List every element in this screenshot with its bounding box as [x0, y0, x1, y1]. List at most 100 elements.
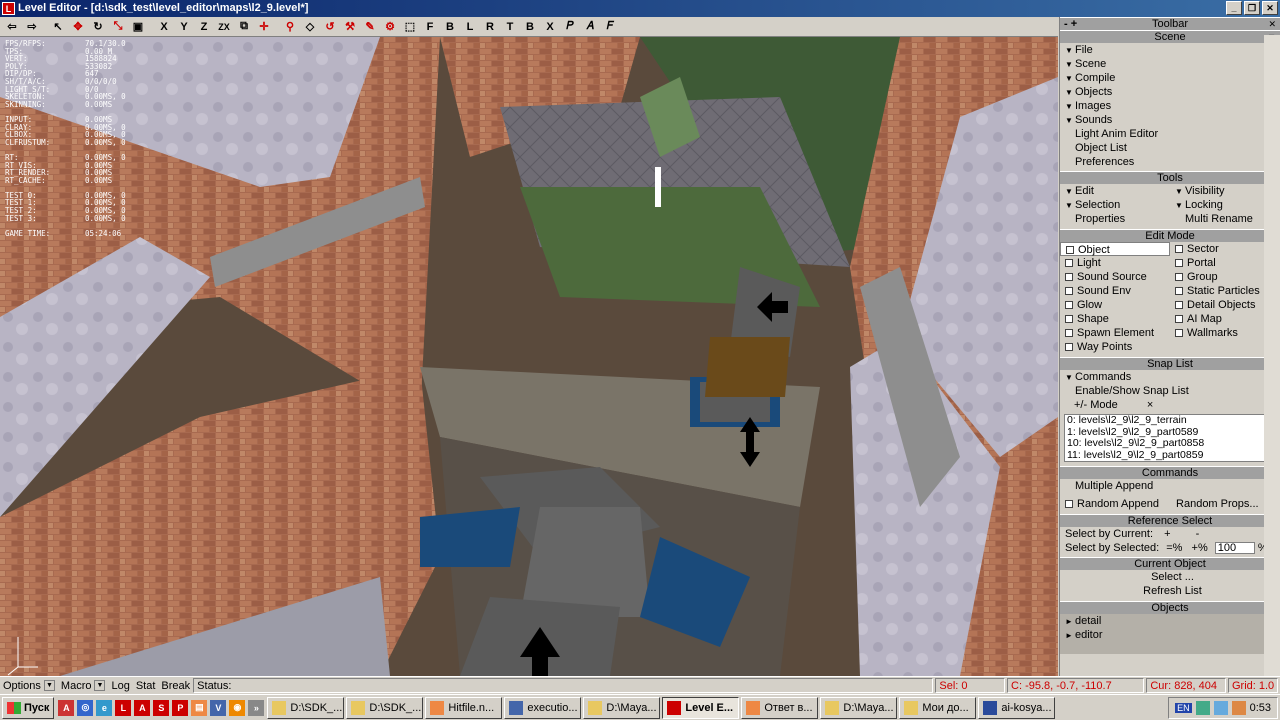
random-append-checkbox[interactable]	[1065, 500, 1073, 508]
quicklaunch-actor-editor-icon[interactable]: A	[134, 699, 151, 716]
taskbar-item[interactable]: Ответ в...	[741, 696, 819, 719]
plus-percent-button[interactable]: +%	[1192, 542, 1208, 554]
rotate-icon[interactable]: ↻	[88, 18, 108, 36]
view-top-button[interactable]: T	[500, 18, 520, 36]
select-cursor-icon[interactable]: ↖	[48, 18, 68, 36]
mode-glow[interactable]: Glow	[1060, 298, 1170, 312]
quicklaunch-ve-icon[interactable]: V	[210, 699, 227, 716]
minimize-button[interactable]: _	[1226, 1, 1242, 15]
current-object-header[interactable]: Current Object	[1060, 557, 1280, 570]
commands-header[interactable]: Commands▼	[1060, 466, 1280, 479]
back-arrow-icon[interactable]: ⇦	[2, 18, 22, 36]
taskbar-item[interactable]: D:\SDK_...	[346, 696, 424, 719]
view-back-button[interactable]: B	[440, 18, 460, 36]
quicklaunch-app-icon[interactable]: ◎	[77, 699, 94, 716]
zoom-extent-icon[interactable]: ⬚	[400, 18, 420, 36]
reference-select-header[interactable]: Reference Select▼	[1060, 514, 1280, 527]
quicklaunch-firefox-icon[interactable]: ◉	[229, 699, 246, 716]
break-button[interactable]: Break	[158, 680, 193, 692]
menu-selection[interactable]: ▼ Selection	[1060, 198, 1170, 212]
quicklaunch-browser-icon[interactable]: e	[96, 699, 113, 716]
taskbar-item[interactable]: ai-kosya...	[978, 696, 1056, 719]
volume-icon[interactable]	[1231, 701, 1246, 715]
random-props-button[interactable]: Random Props...	[1176, 498, 1259, 510]
scale-icon[interactable]: ⤡	[108, 18, 128, 36]
options-menu[interactable]: Options ▼	[0, 680, 58, 692]
quicklaunch-explorer-icon[interactable]: ▤	[191, 699, 208, 716]
enable-show-snap-list-button[interactable]: Enable/Show Snap List	[1060, 384, 1280, 398]
tools-header[interactable]: Tools▼	[1060, 171, 1280, 184]
view-left-button[interactable]: L	[460, 18, 480, 36]
quicklaunch-level-editor-icon[interactable]: L	[115, 699, 132, 716]
restore-button[interactable]: ❐	[1244, 1, 1260, 15]
menu-objects[interactable]: ▼ Objects	[1060, 85, 1280, 99]
taskbar-item-active[interactable]: Level E...	[662, 696, 740, 719]
box-icon[interactable]: ▣	[128, 18, 148, 36]
edit-mode-header[interactable]: Edit Mode▼	[1060, 229, 1280, 242]
view-front-button[interactable]: F	[420, 18, 440, 36]
snap-vertex-icon[interactable]: ◇	[300, 18, 320, 36]
mode-shape[interactable]: Shape	[1060, 312, 1170, 326]
tree-item-editor[interactable]: ► editor	[1060, 628, 1280, 642]
mode-sound-source[interactable]: Sound Source	[1060, 270, 1170, 284]
list-item[interactable]: 1: levels\l2_9\l2_9_part0589	[1065, 427, 1265, 439]
snap-commands-menu[interactable]: ▼ Commands	[1060, 370, 1280, 384]
tray-app-icon[interactable]	[1213, 701, 1228, 715]
plus-minus-icon[interactable]: +/-	[1074, 399, 1087, 411]
snap-list-box[interactable]: 0: levels\l2_9\l2_9_terrain 1: levels\l2…	[1064, 414, 1279, 462]
menu-images[interactable]: ▼ Images	[1060, 99, 1280, 113]
camera-free-icon[interactable]: 𝐹	[600, 18, 620, 36]
menu-file[interactable]: ▼ File	[1060, 43, 1280, 57]
grid-snap-icon[interactable]: ✛	[254, 18, 274, 36]
snap-mode-label[interactable]: Mode	[1090, 399, 1118, 411]
close-icon[interactable]: ×	[1147, 399, 1153, 411]
view-right-button[interactable]: R	[480, 18, 500, 36]
axis-zx-button[interactable]: ZX	[214, 18, 234, 36]
menu-compile[interactable]: ▼ Compile	[1060, 71, 1280, 85]
snap-rotate-icon[interactable]: ⚒	[340, 18, 360, 36]
panel-scrollbar[interactable]	[1264, 35, 1280, 676]
taskbar-item[interactable]: D:\Maya...	[820, 696, 898, 719]
mode-way-points[interactable]: Way Points	[1060, 340, 1170, 354]
menu-edit[interactable]: ▼ Edit	[1060, 184, 1170, 198]
snap-list-header[interactable]: Snap List▼	[1060, 357, 1280, 370]
select-current-minus-button[interactable]: -	[1196, 528, 1200, 540]
language-indicator[interactable]: EN	[1175, 703, 1192, 713]
taskbar-item[interactable]: D:\Maya...	[583, 696, 661, 719]
camera-fly-icon[interactable]: 𝑃	[560, 18, 580, 36]
taskbar-item[interactable]: Мои до...	[899, 696, 977, 719]
menu-sounds[interactable]: ▼ Sounds	[1060, 113, 1280, 127]
move-icon[interactable]: ✥	[68, 18, 88, 36]
copy-icon[interactable]: ⧉	[234, 18, 254, 36]
quicklaunch-more-icon[interactable]: »	[248, 699, 265, 716]
forward-arrow-icon[interactable]: ⇨	[22, 18, 42, 36]
quicklaunch-shader-editor-icon[interactable]: S	[153, 699, 170, 716]
stat-button[interactable]: Stat	[133, 680, 159, 692]
view-reset-button[interactable]: X	[540, 18, 560, 36]
snap-move-icon[interactable]: ↺	[320, 18, 340, 36]
tree-item-detail[interactable]: ► detail	[1060, 614, 1280, 628]
start-button[interactable]: Пуск	[2, 696, 55, 719]
multiple-append-button[interactable]: Multiple Append	[1060, 479, 1280, 493]
properties-button[interactable]: Properties	[1060, 212, 1170, 226]
mode-light[interactable]: Light	[1060, 256, 1170, 270]
macro-menu[interactable]: Macro ▼	[58, 680, 109, 692]
percent-input[interactable]: 100	[1214, 542, 1255, 554]
objects-header[interactable]: Objects	[1060, 601, 1280, 614]
quicklaunch-particle-editor-icon[interactable]: P	[172, 699, 189, 716]
taskbar-item[interactable]: Hitfile.n...	[425, 696, 503, 719]
list-item[interactable]: 11: levels\l2_9\l2_9_part0859	[1065, 450, 1265, 462]
mode-object[interactable]: Object	[1060, 242, 1170, 256]
list-item[interactable]: 10: levels\l2_9\l2_9_part0858	[1065, 438, 1265, 450]
select-current-plus-button[interactable]: +	[1164, 528, 1170, 540]
snap-grid-icon[interactable]: ⚙	[380, 18, 400, 36]
preferences-button[interactable]: Preferences	[1060, 155, 1280, 169]
list-item[interactable]: 0: levels\l2_9\l2_9_terrain	[1065, 415, 1265, 427]
quicklaunch-acrobat-icon[interactable]: A	[58, 699, 75, 716]
refresh-list-button[interactable]: Refresh List	[1060, 584, 1280, 598]
scene-header[interactable]: Scene▼	[1060, 30, 1280, 43]
view-bottom-button[interactable]: B	[520, 18, 540, 36]
axis-x-button[interactable]: X	[154, 18, 174, 36]
snap-normal-icon[interactable]: ✎	[360, 18, 380, 36]
network-icon[interactable]	[1195, 701, 1210, 715]
